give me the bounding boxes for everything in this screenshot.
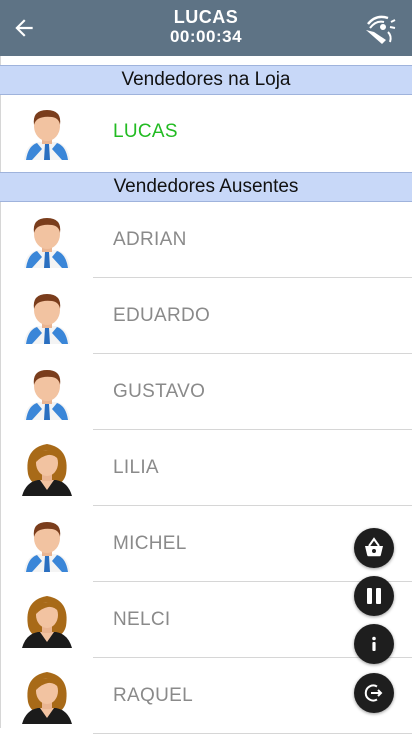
seller-name: ADRIAN [113,229,187,250]
seller-name: LUCAS [113,121,178,142]
male-avatar-icon [18,362,76,420]
info-icon [372,636,376,651]
header-title-block: LUCAS 00:00:34 [0,7,412,47]
seller-row[interactable]: ADRIAN [0,202,412,278]
seller-name: RAQUEL [113,685,193,706]
logout-icon [364,684,383,702]
seller-row[interactable]: NELCI [0,582,412,658]
seller-name: GUSTAVO [113,381,206,402]
male-avatar-icon [18,102,76,160]
seller-row[interactable]: LILIA [0,430,412,506]
pause-button[interactable] [354,576,394,616]
seller-row[interactable]: EDUARDO [0,278,412,354]
basket-icon [365,537,383,557]
male-avatar-icon [18,286,76,344]
top-bar: LUCAS 00:00:34 [0,0,412,56]
seller-row[interactable]: LUCAS [0,94,412,170]
sync-button[interactable] [356,6,402,52]
seller-row[interactable]: GUSTAVO [0,354,412,430]
male-avatar-icon [18,210,76,268]
info-button[interactable] [354,624,394,664]
female-avatar-icon [18,666,76,724]
basket-button[interactable] [354,528,394,568]
female-avatar-icon [18,438,76,496]
seller-name: NELCI [113,609,171,630]
pause-icon [367,588,381,604]
seller-name: MICHEL [113,533,187,554]
session-timer: 00:00:34 [169,27,243,46]
logout-button[interactable] [354,673,394,713]
sync-icon [366,15,396,44]
page-title: LUCAS [173,7,239,27]
section-absent-header: Vendedores Ausentes [0,172,412,202]
female-avatar-icon [18,590,76,648]
seller-row[interactable]: RAQUEL [0,658,412,734]
seller-name: EDUARDO [113,305,211,326]
male-avatar-icon [18,514,76,572]
seller-row[interactable]: MICHEL [0,506,412,582]
seller-name: LILIA [113,457,159,478]
section-present-header: Vendedores na Loja [0,65,412,95]
